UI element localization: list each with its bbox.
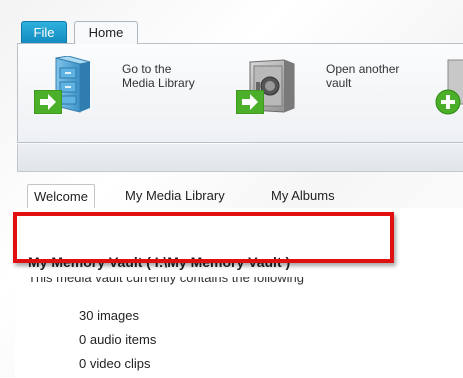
go-to-media-library-button[interactable]: Go to the Media Library xyxy=(34,56,199,116)
stat-video: 0 video clips xyxy=(79,356,151,371)
tab-my-media-library[interactable]: My Media Library xyxy=(119,185,231,207)
go-library-line1: Go to the xyxy=(122,62,172,76)
tab-home[interactable]: Home xyxy=(74,21,138,44)
tab-my-albums[interactable]: My Albums xyxy=(265,185,341,207)
tab-welcome[interactable]: Welcome xyxy=(27,184,95,210)
vault-description: This media vault currently contains the … xyxy=(28,277,304,285)
go-library-line2: Media Library xyxy=(122,76,195,90)
add-icon xyxy=(435,59,463,115)
vault-description-text: This media vault currently contains the … xyxy=(28,277,305,285)
ribbon-group-footer xyxy=(17,144,463,172)
highlight-box xyxy=(13,212,394,263)
stat-audio: 0 audio items xyxy=(79,332,157,347)
open-vault-line1: Open another xyxy=(326,62,400,76)
open-another-vault-button[interactable]: Open another vault xyxy=(236,56,406,116)
ribbon-tab-bar: File Home xyxy=(15,21,463,44)
go-to-media-library-label: Go to the Media Library xyxy=(122,62,195,90)
app-window: File Home Go to the Media Library Open a… xyxy=(15,21,463,378)
stat-images: 30 images xyxy=(79,308,139,323)
add-button[interactable] xyxy=(434,56,463,116)
green-arrow-icon xyxy=(236,90,264,114)
open-vault-line2: vault xyxy=(326,76,352,90)
tab-file[interactable]: File xyxy=(21,21,67,43)
ribbon-panel: Go to the Media Library Open another vau… xyxy=(17,43,463,143)
green-arrow-icon xyxy=(34,90,62,114)
view-tab-bar: Welcome My Media Library My Albums xyxy=(15,183,463,210)
open-another-vault-label: Open another vault xyxy=(326,62,399,90)
